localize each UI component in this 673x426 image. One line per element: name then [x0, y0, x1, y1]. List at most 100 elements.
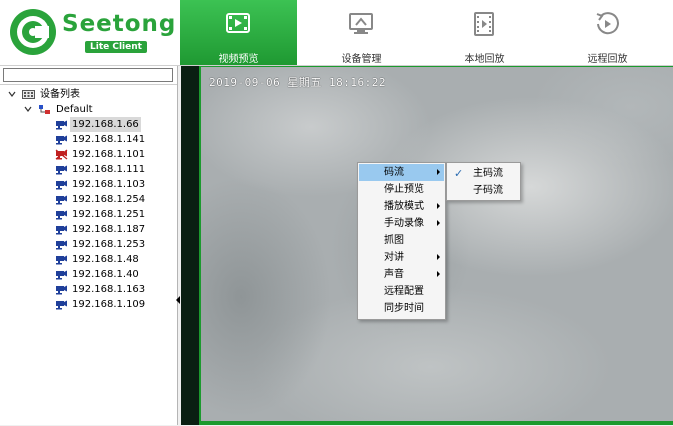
camera-icon: [56, 135, 67, 145]
tree-device-item[interactable]: 192.168.1.101: [0, 147, 177, 162]
device-ip-label: 192.168.1.103: [72, 179, 146, 190]
device-ip-label: 192.168.1.111: [72, 164, 146, 175]
menu-item-intercom[interactable]: 对讲: [359, 249, 444, 266]
chevron-down-icon[interactable]: [8, 90, 16, 98]
stream-submenu: ✓ 主码流 子码流: [446, 162, 521, 201]
group-icon: [39, 105, 50, 114]
camera-offline-icon: [55, 149, 68, 160]
menu-item-manual-record[interactable]: 手动录像: [359, 215, 444, 232]
menu-item-label: 对讲: [384, 252, 404, 263]
brand-name: Seetong: [62, 11, 177, 37]
camera-icon: [56, 255, 67, 265]
camera-icon: [56, 270, 67, 280]
menu-item-label: 声音: [384, 269, 404, 280]
tree-root[interactable]: 设备列表: [0, 87, 177, 102]
device-ip-label: 192.168.1.254: [72, 194, 146, 205]
tree-device-item[interactable]: 192.168.1.254: [0, 192, 177, 207]
camera-icon: [56, 210, 67, 220]
device-ip-label: 192.168.1.40: [72, 269, 139, 280]
tree-root-label: 设备列表: [40, 89, 80, 100]
tree-group-default[interactable]: Default: [0, 102, 177, 117]
collapse-panel-icon[interactable]: [176, 296, 180, 304]
main-nav: 视频预览 设备管理 本地回放 远程回放: [180, 0, 673, 65]
device-ip-label: 192.168.1.101: [72, 149, 146, 160]
menu-item-remote-config[interactable]: 远程配置: [359, 283, 444, 300]
chevron-right-icon: [437, 169, 440, 175]
tree-group-label: Default: [56, 104, 93, 115]
tree-device-item[interactable]: 192.168.1.109: [0, 297, 177, 312]
device-ip-label: 192.168.1.66: [70, 117, 141, 132]
tree-device-item[interactable]: 192.168.1.253: [0, 237, 177, 252]
camera-icon: [56, 165, 67, 175]
tree-device-item[interactable]: 192.168.1.163: [0, 282, 177, 297]
device-list-icon: [22, 90, 35, 99]
submenu-item-main-stream[interactable]: ✓ 主码流: [448, 165, 519, 182]
chevron-right-icon: [437, 254, 440, 260]
submenu-item-label: 主码流: [473, 168, 503, 179]
submenu-item-label: 子码流: [473, 185, 503, 196]
menu-item-sound[interactable]: 声音: [359, 266, 444, 283]
menu-item-sync-time[interactable]: 同步时间: [359, 300, 444, 317]
device-ip-label: 192.168.1.187: [72, 224, 146, 235]
tab-label: 本地回放: [464, 54, 505, 65]
tree-device-item[interactable]: 192.168.1.251: [0, 207, 177, 222]
context-menu: 码流 停止预览 播放模式 手动录像 抓图 对讲 声音 远程配置 同步时间: [357, 162, 446, 320]
tab-video-preview[interactable]: 视频预览: [180, 0, 297, 65]
camera-icon: [56, 300, 67, 310]
tab-device-management[interactable]: 设备管理: [303, 0, 420, 65]
app-logo: Seetong Lite Client: [10, 9, 180, 59]
menu-item-label: 同步时间: [384, 303, 424, 314]
tree-device-item[interactable]: 192.168.1.48: [0, 252, 177, 267]
menu-item-label: 码流: [384, 167, 404, 178]
menu-item-label: 手动录像: [384, 218, 424, 229]
tree-device-item[interactable]: 192.168.1.103: [0, 177, 177, 192]
video-border: [199, 421, 673, 425]
remote-playback-icon: [596, 12, 619, 35]
device-ip-label: 192.168.1.48: [72, 254, 139, 265]
video-timestamp: 2019-09-06 星期五 18:16:22: [209, 76, 386, 89]
seetong-logo-icon: [10, 9, 56, 55]
tree-device-item[interactable]: 192.168.1.111: [0, 162, 177, 177]
menu-item-stream[interactable]: 码流: [359, 164, 444, 181]
camera-icon: [56, 120, 67, 130]
tab-remote-playback[interactable]: 远程回放: [549, 0, 666, 65]
device-ip-label: 192.168.1.163: [72, 284, 146, 295]
checkmark-icon: ✓: [454, 167, 464, 180]
header-bar: Seetong Lite Client 视频预览 设备管理 本地回放 远程回放: [0, 0, 673, 66]
menu-item-label: 停止预览: [384, 184, 424, 195]
tree-device-item[interactable]: 192.168.1.141: [0, 132, 177, 147]
local-playback-icon: [474, 12, 494, 36]
camera-icon: [56, 225, 67, 235]
menu-item-label: 播放模式: [384, 201, 424, 212]
menu-item-label: 抓图: [384, 235, 404, 246]
chevron-right-icon: [437, 220, 440, 226]
camera-icon: [56, 195, 67, 205]
chevron-down-icon[interactable]: [24, 105, 32, 113]
camera-icon: [56, 285, 67, 295]
tab-local-playback[interactable]: 本地回放: [426, 0, 543, 65]
device-tree: 设备列表 Default 192.168.1.66 192.168.1.141 19…: [0, 84, 177, 426]
chevron-right-icon: [437, 203, 440, 209]
device-ip-label: 192.168.1.251: [72, 209, 146, 220]
menu-item-stop-preview[interactable]: 停止预览: [359, 181, 444, 198]
tab-label: 远程回放: [587, 54, 628, 65]
camera-icon: [56, 240, 67, 250]
chevron-right-icon: [437, 271, 440, 277]
submenu-item-sub-stream[interactable]: 子码流: [448, 182, 519, 199]
tree-device-item[interactable]: 192.168.1.40: [0, 267, 177, 282]
tab-label: 设备管理: [341, 54, 382, 65]
video-preview-icon: [226, 13, 250, 33]
device-panel: 设备列表 Default 192.168.1.66 192.168.1.141 19…: [0, 66, 178, 425]
tree-device-item[interactable]: 192.168.1.187: [0, 222, 177, 237]
device-ip-label: 192.168.1.109: [72, 299, 146, 310]
device-management-icon: [349, 13, 373, 34]
device-ip-label: 192.168.1.253: [72, 239, 146, 250]
tab-label: 视频预览: [218, 54, 259, 65]
brand-badge: Lite Client: [85, 41, 147, 53]
device-ip-label: 192.168.1.141: [72, 134, 146, 145]
menu-item-label: 远程配置: [384, 286, 424, 297]
tree-device-item[interactable]: 192.168.1.66: [0, 117, 177, 132]
device-search-input[interactable]: [3, 68, 173, 82]
menu-item-snapshot[interactable]: 抓图: [359, 232, 444, 249]
menu-item-play-mode[interactable]: 播放模式: [359, 198, 444, 215]
